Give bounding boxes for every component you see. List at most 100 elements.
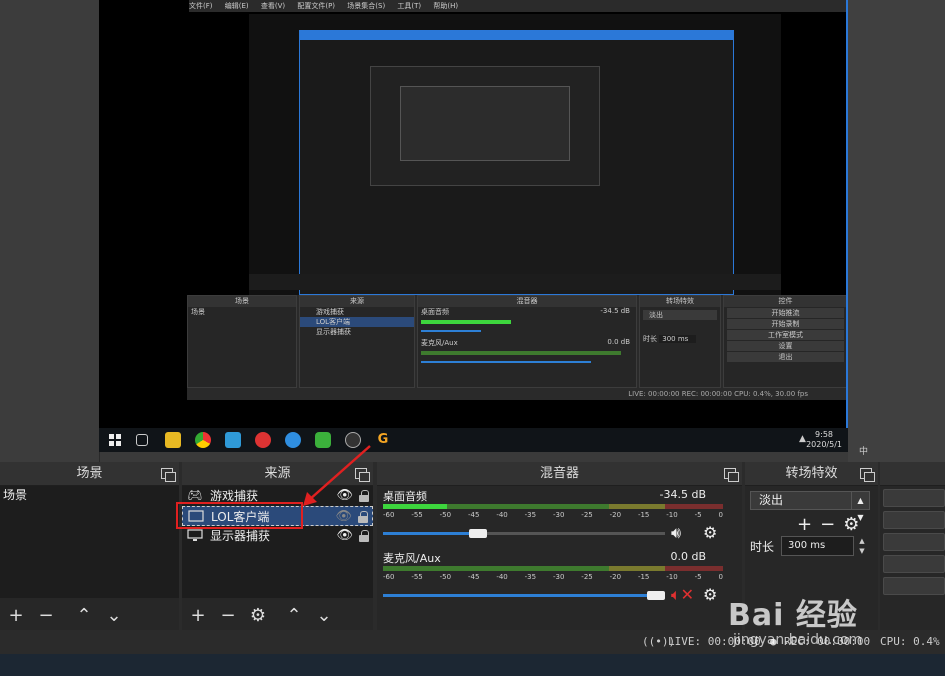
captured-scenes-title: 场景 <box>188 296 296 307</box>
captured-control-button: 设置 <box>727 341 844 351</box>
lock-icon[interactable] <box>358 511 368 523</box>
lock-icon[interactable] <box>359 530 369 542</box>
volume-meter <box>383 566 723 571</box>
ime-indicator[interactable]: 中 <box>859 447 868 457</box>
volume-slider[interactable] <box>383 594 655 597</box>
preview-margin-left <box>0 0 100 462</box>
scenes-dock: 场景 场景 + − ⌃ ⌄ <box>0 462 179 630</box>
taskbar-clock[interactable]: 9:58 2020/5/1 <box>806 430 842 450</box>
captured-docks: 场景 场景 来源 游戏捕获 LOL客户端 显示器捕获 混音器 桌面音频 -34.… <box>187 295 846 388</box>
float-dock-icon[interactable] <box>161 468 176 482</box>
move-up-icon[interactable]: ⌃ <box>74 605 94 626</box>
captured-obs-titlebar <box>300 31 733 40</box>
start-recording-button[interactable] <box>883 511 945 529</box>
mixer-area: 桌面音频 -34.5 dB -60 -55 -50 -45 -40 -35 -30 -25 -2… <box>377 486 742 604</box>
volume-slider-handle[interactable] <box>469 529 487 538</box>
meter-scale: -60 -55 -50 -45 -40 -35 -30 -25 -20 -15 -10 -5 0 <box>383 573 723 581</box>
transition-select[interactable]: 淡出 ▲ ▼ <box>750 491 870 522</box>
app-icon[interactable] <box>225 432 241 448</box>
captured-mixer-ch1: 桌面音频 <box>421 308 449 316</box>
captured-control-button: 开始录制 <box>727 319 844 329</box>
captured-mixer-title: 混音器 <box>418 296 636 307</box>
captured-duration-value: 300 ms <box>659 335 697 343</box>
captured-mixer-ch2-db: 0.0 dB <box>607 338 630 346</box>
transition-toolbar: +−⚙ <box>797 514 867 535</box>
duration-spinner-icon[interactable]: ▲ ▼ <box>855 536 869 556</box>
remove-source-icon[interactable]: − <box>218 605 238 626</box>
studio-mode-button[interactable] <box>883 533 945 551</box>
captured-sources-dock: 来源 游戏捕获 LOL客户端 显示器捕获 <box>299 295 415 388</box>
speaker-muted-icon[interactable]: 🔈︎✕ <box>671 585 694 605</box>
float-dock-icon[interactable] <box>724 468 739 482</box>
duration-label: 时长 <box>750 540 775 554</box>
scene-item[interactable]: 场景 <box>0 486 179 504</box>
start-streaming-button[interactable] <box>883 489 945 507</box>
exit-button[interactable] <box>883 577 945 595</box>
duration-input[interactable]: 300 ms <box>781 536 854 556</box>
captured-transitions-title: 转场特效 <box>640 296 720 307</box>
gear-icon[interactable]: ⚙ <box>703 585 717 604</box>
captured-mixer-ch1-db: -34.5 dB <box>600 307 630 315</box>
remove-scene-icon[interactable]: − <box>36 605 56 626</box>
add-scene-icon[interactable]: + <box>6 605 26 626</box>
source-properties-gear-icon[interactable]: ⚙ <box>248 605 268 626</box>
channel-db: 0.0 dB <box>670 550 706 563</box>
mixer-channel-mic-aux: 麦克风/Aux 0.0 dB -60 -55 -50 -45 -40 -35 -30 -25-… <box>381 550 726 610</box>
move-down-icon[interactable]: ⌄ <box>104 605 124 626</box>
gamepad-icon: 🎮︎ <box>187 488 203 502</box>
mixer-channel-desktop-audio: 桌面音频 -34.5 dB -60 -55 -50 -45 -40 -35 -30 -25 -2… <box>381 488 726 548</box>
captured-source-item: 显示器捕获 <box>316 328 351 336</box>
captured-menu-file: 文件(F) <box>189 2 213 10</box>
float-dock-icon[interactable] <box>860 468 875 482</box>
volume-meter <box>383 504 723 509</box>
volume-slider-handle[interactable] <box>647 591 665 600</box>
source-label: 游戏捕获 <box>210 489 259 503</box>
captured-source-item: 游戏捕获 <box>316 308 344 316</box>
source-item-display-capture[interactable]: 显示器捕获 👁︎ <box>182 526 373 546</box>
cpu-usage: CPU: 0.4% <box>880 635 940 648</box>
sources-title: 来源 <box>264 466 291 481</box>
task-view-icon[interactable] <box>136 434 148 446</box>
captured-mixer-ch2-meter <box>421 351 621 355</box>
chrome-icon[interactable] <box>195 432 211 448</box>
obs-window: 文件(F) 编辑(E) 查看(V) 配置文件(P) 场景集合(S) 工具(T) … <box>0 0 945 676</box>
captured-menu-edit: 编辑(E) <box>224 2 249 10</box>
file-explorer-icon[interactable] <box>165 432 181 448</box>
move-up-icon[interactable]: ⌃ <box>284 605 304 626</box>
mixer-dock: 混音器 桌面音频 -34.5 dB -60 -55 -50 -45 -40 -35 -30-… <box>377 462 742 630</box>
settings-button[interactable] <box>883 555 945 573</box>
netease-music-icon[interactable] <box>255 432 271 448</box>
desktop-background <box>0 654 945 676</box>
captured-transitions-dock: 转场特效 淡出 时长 300 ms <box>639 295 721 388</box>
gear-icon[interactable]: ⚙ <box>703 523 717 542</box>
add-transition-icon[interactable]: + <box>797 514 820 535</box>
captured-mixer-ch1-slider <box>421 330 481 332</box>
transition-gear-icon[interactable]: ⚙ <box>843 514 867 535</box>
captured-mixer-ch2-slider <box>421 361 591 363</box>
volume-slider[interactable] <box>383 532 471 535</box>
scenes-header: 场景 <box>0 462 179 486</box>
scenes-list[interactable]: 场景 <box>0 486 179 598</box>
captured-controls-title: 控件 <box>724 296 846 307</box>
captured-menu-help: 帮助(H) <box>433 2 459 10</box>
captured-menubar: 文件(F) 编辑(E) 查看(V) 配置文件(P) 场景集合(S) 工具(T) … <box>189 0 846 12</box>
captured-control-button: 退出 <box>727 352 844 362</box>
source-label: 显示器捕获 <box>210 529 271 543</box>
annotation-arrow <box>303 445 371 506</box>
captured-menu-tools: 工具(T) <box>397 2 422 10</box>
transitions-title: 转场特效 <box>785 466 838 481</box>
remove-transition-icon[interactable]: − <box>820 514 843 535</box>
captured-source-item: LOL客户端 <box>300 317 414 327</box>
meter-scale: -60 -55 -50 -45 -40 -35 -30 -25 -20 -15 -10 -5 0 <box>383 511 723 519</box>
scenes-toolbar: + − ⌃ ⌄ <box>0 600 179 630</box>
controls-dock <box>880 462 945 630</box>
eye-icon[interactable]: 👁︎ <box>336 526 353 546</box>
add-source-icon[interactable]: + <box>188 605 208 626</box>
move-down-icon[interactable]: ⌄ <box>314 605 334 626</box>
volume-slider-track <box>471 532 665 535</box>
start-icon[interactable] <box>107 432 123 448</box>
speaker-icon[interactable]: 🔊︎ <box>671 523 681 543</box>
app-g-icon[interactable]: G <box>375 432 391 448</box>
tray-chevron-icon[interactable]: ▲ <box>799 434 806 444</box>
spin-arrows-icon[interactable]: ▲ ▼ <box>851 492 869 522</box>
